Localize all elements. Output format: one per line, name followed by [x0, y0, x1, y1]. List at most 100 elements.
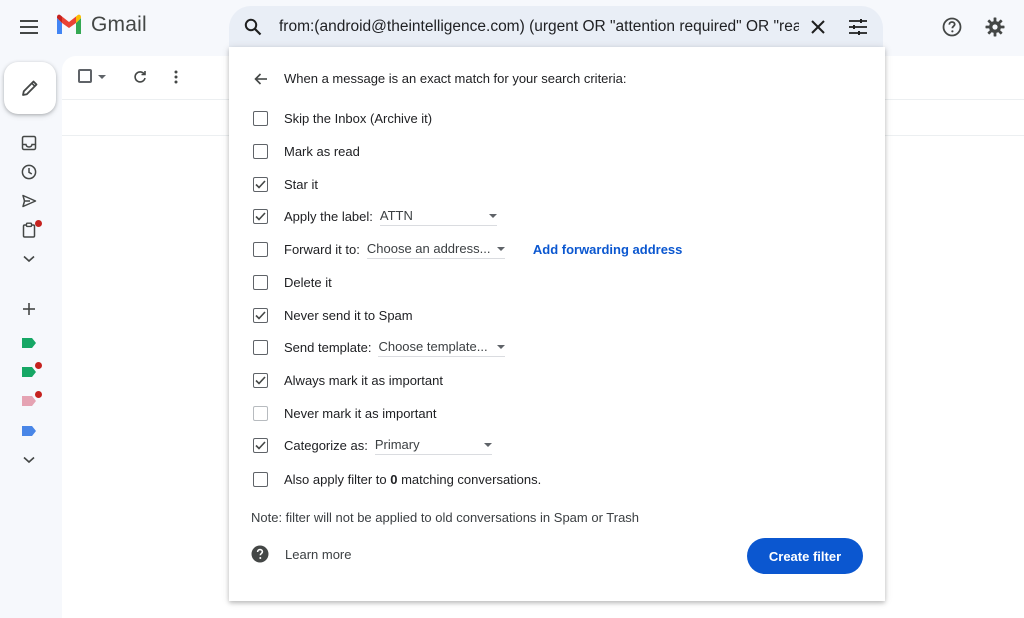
- rail-snoozed[interactable]: [17, 160, 41, 184]
- clock-icon: [21, 164, 37, 180]
- dropdown-value: Choose template...: [378, 339, 488, 354]
- rail-label-2[interactable]: [17, 360, 42, 384]
- option-apply-label[interactable]: Apply the label: ATTN: [253, 206, 497, 226]
- checkbox[interactable]: [253, 307, 268, 323]
- chevron-down-icon: [23, 456, 35, 464]
- rail-labels-more[interactable]: [17, 448, 41, 472]
- option-apply-existing[interactable]: Also apply filter to 0 matching conversa…: [253, 469, 541, 489]
- more-vert-icon: [174, 70, 178, 84]
- caret-down-icon: [496, 246, 505, 251]
- option-label: Forward it to:: [284, 241, 360, 257]
- checkbox[interactable]: [253, 143, 268, 159]
- learn-more-link[interactable]: Learn more: [251, 545, 351, 563]
- option-always-important[interactable]: Always mark it as important: [253, 370, 443, 390]
- gear-icon: [985, 17, 1005, 37]
- checkbox[interactable]: [253, 274, 268, 290]
- gmail-logo[interactable]: Gmail: [55, 13, 147, 37]
- plus-icon: [23, 303, 35, 315]
- gmail-m-icon: [57, 14, 81, 34]
- option-star[interactable]: Star it: [253, 174, 318, 194]
- checkbox[interactable]: [253, 339, 268, 355]
- checkbox[interactable]: [253, 176, 268, 192]
- learn-more-label: Learn more: [285, 546, 352, 562]
- option-label: Mark as read: [284, 143, 360, 159]
- category-dropdown[interactable]: Primary: [374, 435, 492, 455]
- rail-inbox[interactable]: [17, 131, 41, 155]
- option-forward[interactable]: Forward it to: Choose an address... Add …: [253, 239, 682, 259]
- settings-button[interactable]: [981, 13, 1009, 41]
- search-options-button[interactable]: [845, 14, 871, 40]
- label-suffix: matching conversations.: [397, 471, 542, 487]
- rail-sent[interactable]: [17, 189, 41, 213]
- option-label: Never mark it as important: [284, 405, 437, 421]
- help-icon: [942, 17, 962, 37]
- dropdown-value: Primary: [374, 437, 420, 452]
- checkbox[interactable]: [253, 241, 268, 257]
- rail-more[interactable]: [17, 247, 41, 271]
- rail-label-3[interactable]: [17, 389, 42, 413]
- refresh-button[interactable]: [130, 67, 150, 87]
- checkbox[interactable]: [253, 110, 268, 126]
- search-button[interactable]: [241, 15, 265, 39]
- compose-button[interactable]: [4, 62, 56, 114]
- main-menu-button[interactable]: [12, 11, 46, 43]
- inbox-icon: [21, 135, 37, 151]
- select-dropdown-caret[interactable]: [98, 75, 106, 79]
- option-label: Categorize as:: [284, 437, 368, 453]
- label-dropdown[interactable]: ATTN: [379, 206, 497, 226]
- refresh-icon: [134, 71, 146, 83]
- pencil-icon: [22, 80, 38, 96]
- checkbox[interactable]: [253, 372, 268, 388]
- add-forwarding-address-link[interactable]: Add forwarding address: [533, 242, 683, 257]
- search-icon: [244, 18, 262, 36]
- rail-label-4[interactable]: [17, 419, 41, 443]
- caret-down-icon: [488, 213, 497, 218]
- top-bar: Gmail: [0, 0, 1024, 54]
- tune-icon: [849, 19, 867, 35]
- rail-label-1[interactable]: [17, 331, 41, 355]
- option-skip-inbox[interactable]: Skip the Inbox (Archive it): [253, 108, 432, 128]
- option-mark-read[interactable]: Mark as read: [253, 141, 360, 161]
- select-all-checkbox[interactable]: [78, 69, 92, 83]
- option-label: Delete it: [284, 274, 332, 290]
- checkbox[interactable]: [253, 208, 268, 224]
- label-icon: [22, 338, 36, 348]
- option-never-important[interactable]: Never mark it as important: [253, 403, 436, 423]
- create-label-button[interactable]: [17, 297, 41, 321]
- back-button[interactable]: [251, 69, 271, 89]
- menu-icon: [20, 20, 38, 34]
- forward-address-dropdown[interactable]: Choose an address...: [366, 239, 505, 259]
- check-icon: [255, 440, 266, 450]
- more-actions-button[interactable]: [166, 67, 186, 87]
- option-label: Never send it to Spam: [284, 307, 413, 323]
- notification-dot: [35, 362, 42, 369]
- option-label: Always mark it as important: [284, 372, 443, 388]
- option-label: Apply the label:: [284, 208, 373, 224]
- checkbox[interactable]: [253, 471, 268, 487]
- option-send-template[interactable]: Send template: Choose template...: [253, 337, 506, 357]
- option-label: Also apply filter to 0 matching conversa…: [284, 472, 541, 487]
- checkbox[interactable]: [253, 437, 268, 453]
- create-filter-button[interactable]: Create filter: [747, 538, 863, 574]
- filter-heading: When a message is an exact match for you…: [284, 71, 627, 86]
- filter-note: Note: filter will not be applied to old …: [251, 510, 640, 525]
- create-filter-dialog: When a message is an exact match for you…: [229, 47, 885, 601]
- search-input[interactable]: [279, 6, 799, 47]
- template-dropdown[interactable]: Choose template...: [378, 337, 506, 357]
- option-delete[interactable]: Delete it: [253, 272, 332, 292]
- help-button[interactable]: [938, 13, 966, 41]
- checkbox[interactable]: [253, 405, 268, 421]
- option-categorize[interactable]: Categorize as: Primary: [253, 435, 492, 455]
- label-icon: [22, 426, 36, 436]
- clear-search-button[interactable]: [805, 14, 831, 40]
- arrow-back-icon: [254, 73, 267, 85]
- notification-dot: [35, 391, 42, 398]
- search-bar: [229, 6, 883, 47]
- send-icon: [22, 194, 37, 208]
- check-icon: [255, 211, 266, 221]
- check-icon: [255, 179, 266, 189]
- rail-scheduled[interactable]: [17, 218, 42, 242]
- option-never-spam[interactable]: Never send it to Spam: [253, 305, 413, 325]
- check-icon: [255, 375, 266, 385]
- option-label: Skip the Inbox (Archive it): [284, 110, 433, 126]
